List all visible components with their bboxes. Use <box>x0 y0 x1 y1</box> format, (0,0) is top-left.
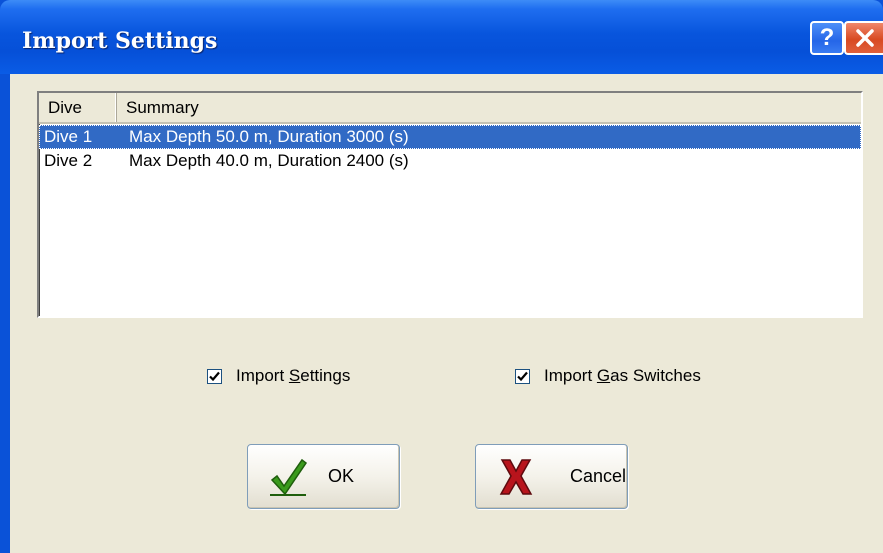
green-checkmark-icon <box>270 458 308 496</box>
column-header-dive[interactable]: Dive <box>39 93 117 122</box>
dive-cell: Dive 1 <box>44 127 93 146</box>
label-text: Import <box>544 366 597 385</box>
import-gas-switches-label: Import Gas Switches <box>544 366 701 386</box>
list-header: Dive Summary <box>39 93 861 124</box>
list-row-dive-2[interactable]: Dive 2 Max Depth 40.0 m, Duration 2400 (… <box>39 149 861 173</box>
label-text: as Switches <box>610 366 701 385</box>
checkbox-box[interactable] <box>207 368 222 384</box>
accelerator-key: G <box>596 366 611 385</box>
red-x-icon <box>499 458 533 495</box>
dive-cell: Dive 2 <box>44 151 93 170</box>
dialog-body: Dive Summary Dive 1 Max Depth 50.0 m, Du… <box>10 74 883 553</box>
title-bar[interactable]: Import Settings ? <box>0 0 883 74</box>
close-x-icon <box>855 29 874 47</box>
cancel-label: Cancel <box>570 466 627 486</box>
cancel-button[interactable]: Cancel <box>475 444 628 509</box>
import-settings-checkbox[interactable]: Import Settings <box>207 366 350 386</box>
ok-button[interactable]: OK <box>247 444 400 509</box>
accelerator-key: S <box>288 366 301 385</box>
import-settings-dialog: Import Settings ? Dive Summary Dive 1 Ma… <box>0 0 883 553</box>
checkmark-icon <box>209 371 220 381</box>
help-button[interactable]: ? <box>810 21 844 55</box>
question-mark-icon: ? <box>819 24 835 51</box>
column-header-summary[interactable]: Summary <box>117 93 861 122</box>
import-gas-switches-checkbox[interactable]: Import Gas Switches <box>515 366 701 386</box>
close-button[interactable] <box>844 21 883 55</box>
import-settings-label: Import Settings <box>236 366 350 386</box>
dive-list[interactable]: Dive Summary Dive 1 Max Depth 50.0 m, Du… <box>37 91 863 318</box>
checkmark-icon <box>517 371 528 381</box>
window-title: Import Settings <box>22 28 218 54</box>
ok-label: OK <box>328 466 355 486</box>
checkbox-box[interactable] <box>515 368 530 384</box>
label-text: Import <box>236 366 289 385</box>
list-row-dive-1[interactable]: Dive 1 Max Depth 50.0 m, Duration 3000 (… <box>39 125 861 149</box>
summary-cell: Max Depth 40.0 m, Duration 2400 (s) <box>129 151 409 170</box>
label-text: ettings <box>300 366 351 385</box>
summary-cell: Max Depth 50.0 m, Duration 3000 (s) <box>129 127 409 146</box>
